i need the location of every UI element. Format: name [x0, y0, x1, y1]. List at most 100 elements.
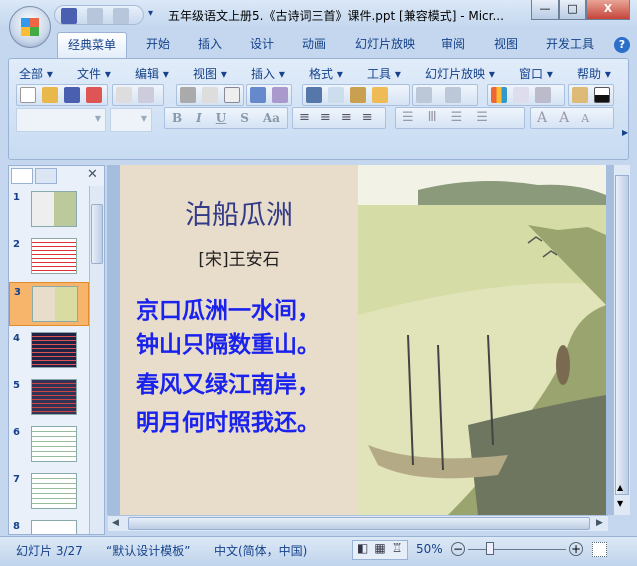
save-icon[interactable] — [64, 87, 80, 103]
justify-icon[interactable]: ≡ — [362, 110, 383, 125]
table-icon[interactable] — [224, 87, 240, 103]
menu-view[interactable]: 视图 ▾ — [193, 65, 227, 82]
slide-sorter-icon[interactable]: ▦ — [374, 541, 391, 555]
outline-tab[interactable] — [35, 168, 57, 184]
new-icon[interactable] — [20, 87, 36, 103]
underline-button[interactable]: U — [216, 111, 226, 125]
undo-icon[interactable] — [416, 87, 432, 103]
tab-insert[interactable]: 插入 — [190, 32, 230, 58]
close-button[interactable]: X — [586, 0, 630, 20]
maximize-button[interactable]: □ — [559, 0, 586, 20]
tab-home[interactable]: 开始 — [138, 32, 178, 58]
slide-canvas[interactable]: 泊船瓜洲 [宋]王安石 京口瓜洲一水间， 钟山只隔数重山。 春风又绿江南岸， 明… — [120, 165, 606, 515]
permission-icon[interactable] — [86, 87, 102, 103]
close-pane-icon[interactable]: ✕ — [87, 167, 98, 182]
tab-design[interactable]: 设计 — [242, 32, 282, 58]
tab-developer[interactable]: 开发工具 — [540, 32, 600, 58]
slide-thumbnail-8[interactable]: 8 — [9, 517, 89, 534]
save-icon[interactable] — [61, 8, 77, 24]
fit-to-window-icon[interactable] — [592, 542, 607, 557]
menu-window[interactable]: 窗口 ▾ — [519, 65, 553, 82]
menu-slideshow[interactable]: 幻灯片放映 ▾ — [425, 65, 495, 82]
font-size-select[interactable]: ▼ — [110, 108, 152, 132]
menu-tools[interactable]: 工具 ▾ — [367, 65, 401, 82]
tab-view[interactable]: 视图 — [486, 32, 526, 58]
open-icon[interactable] — [42, 87, 58, 103]
next-slide-icon[interactable]: ▼ — [617, 499, 623, 508]
tab-review[interactable]: 审阅 — [433, 32, 473, 58]
tab-animation[interactable]: 动画 — [294, 32, 334, 58]
shadow-button[interactable]: S — [240, 111, 249, 125]
office-button[interactable] — [9, 6, 51, 48]
chart-icon[interactable] — [491, 87, 507, 103]
italic-button[interactable]: I — [196, 111, 202, 125]
language-indicator[interactable]: 中文(简体，中国) — [214, 542, 307, 559]
tab-slideshow[interactable]: 幻灯片放映 — [350, 32, 420, 58]
slide-thumbnail-3[interactable]: 3 — [9, 282, 89, 326]
menu-all[interactable]: 全部 ▾ — [19, 65, 53, 82]
change-case-button[interactable]: Aa — [263, 111, 280, 125]
menu-insert[interactable]: 插入 ▾ — [251, 65, 285, 82]
zoom-slider-thumb[interactable] — [486, 542, 494, 555]
copy-icon[interactable] — [328, 87, 344, 103]
scrollbar-thumb[interactable] — [128, 517, 590, 530]
format-painter-icon[interactable] — [372, 87, 388, 103]
font-color-icon[interactable]: A — [537, 110, 559, 126]
insert-table-icon[interactable] — [513, 87, 529, 103]
hyperlink-icon[interactable] — [535, 87, 551, 103]
attach-icon[interactable] — [138, 87, 154, 103]
print-icon[interactable] — [180, 87, 196, 103]
color-grayscale-icon[interactable] — [594, 87, 610, 103]
slide-thumbnail-4[interactable]: 4 — [9, 329, 89, 373]
menu-edit[interactable]: 编辑 ▾ — [135, 65, 169, 82]
bullets-icon[interactable]: ☰ — [476, 110, 502, 125]
menu-file[interactable]: 文件 ▾ — [77, 65, 111, 82]
align-center-icon[interactable]: ≡ — [320, 110, 341, 125]
redo-icon[interactable] — [112, 8, 129, 24]
font-name-select[interactable]: ▼ — [16, 108, 106, 132]
line-spacing-icon[interactable]: ☰ — [402, 110, 428, 125]
slides-pane-scrollbar[interactable] — [89, 186, 104, 534]
slide-vertical-scrollbar[interactable]: ▲ ▼ — [613, 165, 630, 515]
toolbar-overflow-icon[interactable]: ▶ — [622, 128, 628, 137]
tab-classic-menu[interactable]: 经典菜单 — [57, 32, 127, 58]
shrink-font-icon[interactable]: A — [581, 112, 601, 125]
wordart-icon[interactable] — [572, 87, 588, 103]
customize-qat-icon[interactable]: ▾ — [148, 8, 153, 19]
zoom-slider[interactable] — [468, 549, 566, 550]
previous-slide-icon[interactable]: ▲ — [617, 483, 623, 492]
scrollbar-thumb[interactable] — [91, 204, 103, 264]
normal-view-icon[interactable]: ◧ — [357, 541, 374, 555]
minimize-button[interactable]: — — [531, 0, 559, 20]
slide-thumbnail-2[interactable]: 2 — [9, 235, 89, 279]
slide-thumbnail-6[interactable]: 6 — [9, 423, 89, 467]
slide-thumbnail-5[interactable]: 5 — [9, 376, 89, 420]
slides-tab[interactable] — [11, 168, 33, 184]
redo-icon[interactable] — [445, 87, 461, 103]
grow-font-icon[interactable]: A — [559, 110, 581, 126]
slide-thumbnail-1[interactable]: 1 — [9, 188, 89, 232]
paste-icon[interactable] — [350, 87, 366, 103]
scrollbar-thumb[interactable] — [615, 175, 629, 495]
remove-icon[interactable] — [116, 87, 132, 103]
undo-icon[interactable] — [86, 8, 103, 24]
zoom-out-icon[interactable]: − — [451, 542, 465, 556]
zoom-level[interactable]: 50% — [416, 542, 443, 556]
zoom-in-icon[interactable]: + — [569, 542, 583, 556]
slide-thumbnail-7[interactable]: 7 — [9, 470, 89, 514]
spelling-icon[interactable] — [250, 87, 266, 103]
help-icon[interactable]: ? — [614, 37, 630, 53]
align-right-icon[interactable]: ≡ — [341, 110, 362, 125]
research-icon[interactable] — [272, 87, 288, 103]
numbering-icon[interactable]: ☰ — [451, 110, 477, 125]
menu-format[interactable]: 格式 ▾ — [309, 65, 343, 82]
scroll-right-icon[interactable]: ▶ — [596, 518, 603, 528]
menu-help[interactable]: 帮助 ▾ — [577, 65, 611, 82]
horizontal-scrollbar[interactable]: ◀ ▶ — [108, 515, 608, 531]
cut-icon[interactable] — [306, 87, 322, 103]
print-preview-icon[interactable] — [202, 87, 218, 103]
align-left-icon[interactable]: ≡ — [299, 110, 320, 125]
text-direction-icon[interactable]: Ⅲ — [428, 110, 451, 125]
slideshow-view-icon[interactable]: ♖ — [392, 541, 409, 555]
bold-button[interactable]: B — [172, 111, 182, 125]
